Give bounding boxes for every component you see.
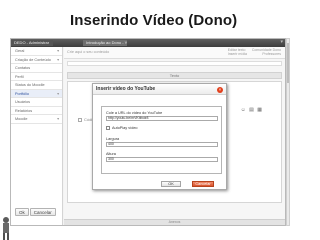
title-input[interactable]: [67, 61, 282, 66]
sidebar: Geral ▾ Criação de Conteúdo ▾ Contatos Per…: [11, 47, 63, 225]
breadcrumb: Crie aqui o seu conteúdo: [67, 50, 110, 54]
sidebar-item-usuarios[interactable]: Usuários: [11, 98, 62, 107]
chevron-down-icon: ▾: [57, 117, 59, 121]
sidebar-item-label: Contatos: [15, 66, 31, 70]
community-info: Comunidade Dono Professores: [252, 48, 281, 56]
sidebar-item-moodle[interactable]: Moodle ▾: [11, 115, 62, 124]
section-header: Texto: [67, 72, 282, 79]
sidebar-item-criacao[interactable]: Criação de Conteúdo ▾: [11, 56, 62, 64]
sidebar-item-label: Perfil: [15, 74, 24, 79]
sidebar-item-relatorios[interactable]: Relatórios: [11, 107, 62, 115]
slide-title: Inserindo Vídeo (Dono): [70, 12, 238, 29]
dialog-ok-button[interactable]: OK: [161, 181, 181, 187]
sidebar-item-label: Geral: [15, 49, 25, 53]
chevron-down-icon[interactable]: ▾: [280, 39, 283, 45]
chevron-down-icon: ▾: [57, 91, 59, 96]
autoplay-option[interactable]: AutoPlay vídeo: [106, 126, 138, 130]
browser-tab-youtube[interactable]: Introdução ao Dono - YouTube: [83, 40, 127, 46]
editor-toolbar[interactable]: ☺ ▤ ▦: [241, 107, 263, 113]
sidebar-item-contatos[interactable]: Contatos: [11, 64, 62, 73]
sidebar-item-label: Moodle: [15, 117, 28, 121]
sidebar-item-status[interactable]: Status do Moodle: [11, 81, 62, 90]
sidebar-item-perfil[interactable]: Perfil: [11, 73, 62, 81]
code-checkbox[interactable]: [78, 117, 82, 122]
url-field[interactable]: http://youtu.be/mVKttbolr8: [106, 116, 218, 121]
browser-tab-admin[interactable]: DEDO - Administrar: [11, 40, 53, 46]
sidebar-item-label: Relatórios: [15, 108, 33, 113]
youtube-dialog: Inserir vídeo do YouTube × URL do VídeoC…: [92, 83, 227, 190]
decorative-figure: [3, 217, 9, 240]
insert-media-link[interactable]: Inserir mídia: [228, 52, 247, 56]
ok-button[interactable]: Ok: [15, 208, 29, 216]
autoplay-checkbox[interactable]: [106, 126, 110, 130]
width-field[interactable]: 400: [106, 142, 218, 147]
attachments-bar[interactable]: Anexos: [64, 219, 285, 225]
autoplay-label: AutoPlay vídeo: [112, 126, 138, 130]
sidebar-item-label: Usuários: [15, 100, 30, 104]
cancel-button[interactable]: Cancelar: [29, 208, 56, 216]
height-field[interactable]: 300: [106, 157, 218, 162]
chevron-down-icon: ▾: [57, 57, 59, 62]
dialog-title: Inserir vídeo do YouTube: [93, 84, 226, 95]
sidebar-item-label: Criação de Conteúdo: [15, 57, 51, 62]
sidebar-item-geral[interactable]: Geral ▾: [11, 47, 62, 56]
height-label: Altura: [106, 152, 116, 156]
sidebar-item-label: Portfólio: [15, 91, 29, 96]
chevron-down-icon: ▾: [57, 49, 59, 53]
sidebar-item-label: Status do Moodle: [15, 83, 45, 87]
header-links: Editar texto Inserir mídia: [228, 48, 247, 56]
form-actions: Ok Cancelar: [15, 201, 57, 219]
scrollbar-thumb[interactable]: [287, 43, 289, 83]
width-label: Largura: [106, 137, 120, 141]
close-icon[interactable]: ×: [217, 87, 223, 93]
dialog-panel: Cole a URL do vídeo do YouTube http://yo…: [101, 106, 222, 174]
sidebar-item-portfolio[interactable]: Portfólio ▾: [11, 89, 62, 98]
dialog-cancel-button[interactable]: Cancelar: [192, 181, 214, 187]
browser-tab-bar: DEDO - Administrar Introdução ao Dono - …: [11, 39, 285, 47]
scrollbar[interactable]: [286, 38, 290, 226]
url-label: Cole a URL do vídeo do YouTube: [106, 111, 163, 115]
content-header: Crie aqui o seu conteúdo Editar texto In…: [64, 47, 285, 59]
role-label: Professores: [262, 52, 281, 56]
